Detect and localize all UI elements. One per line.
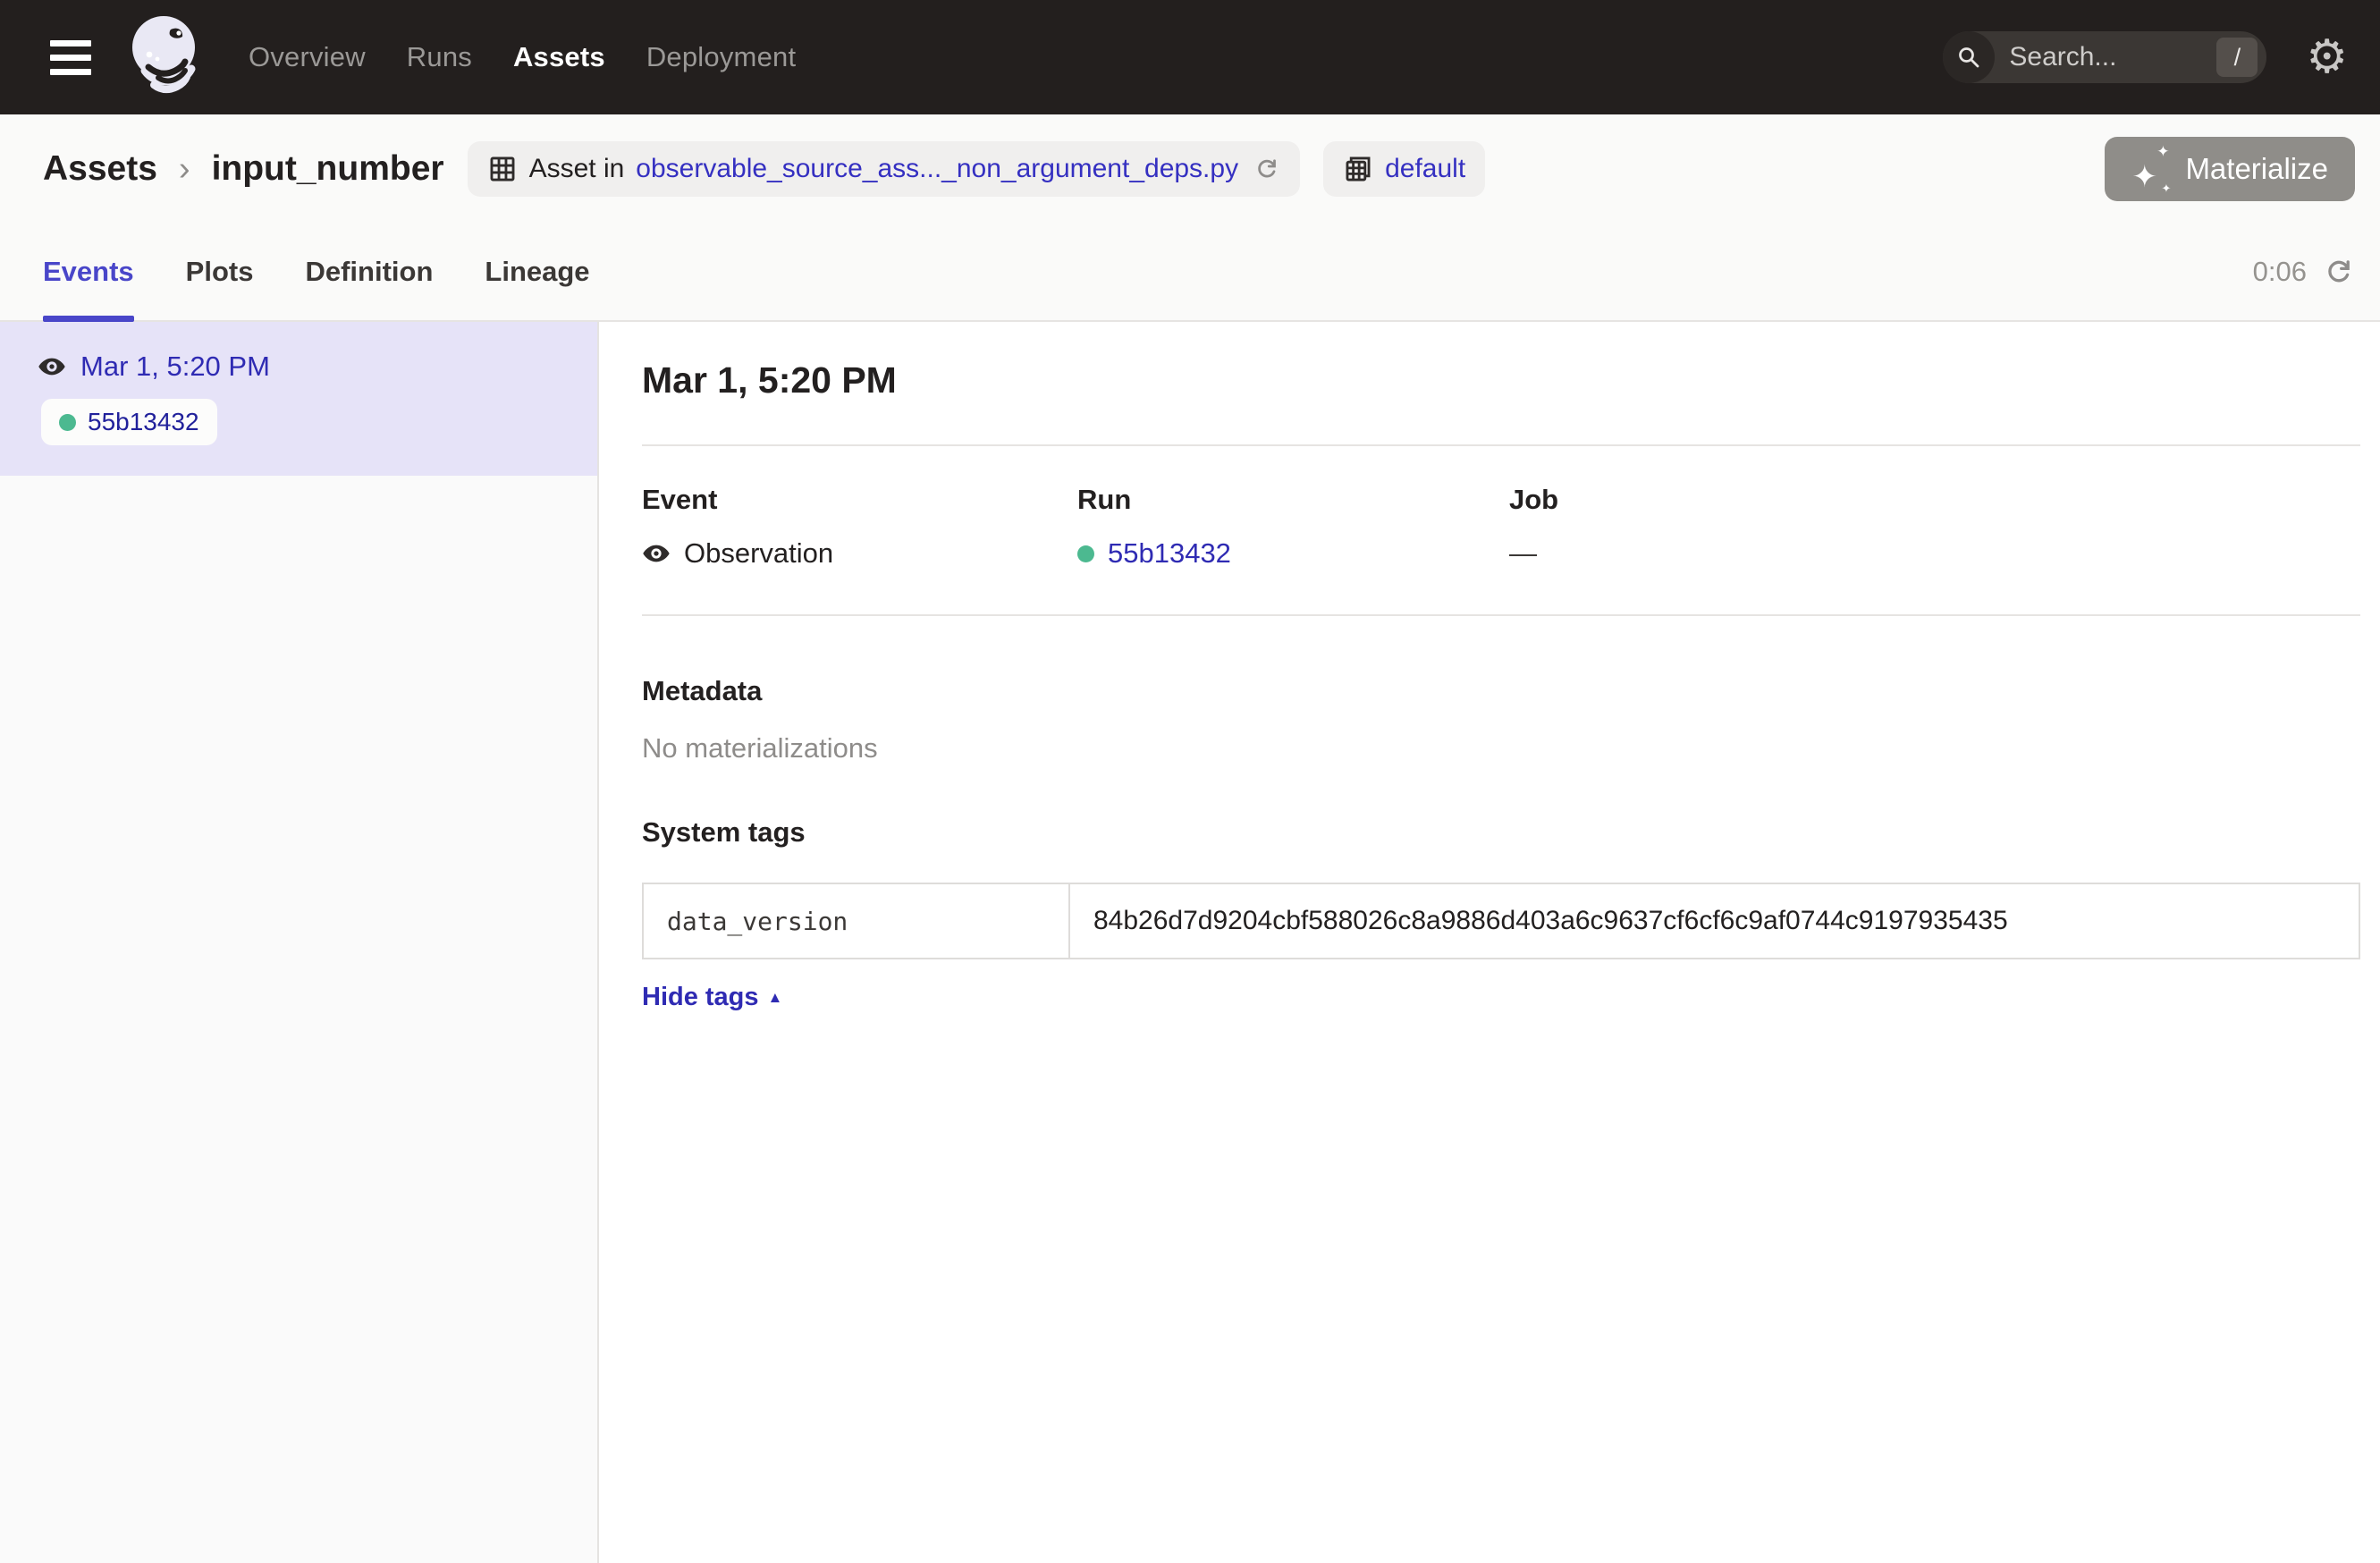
nav-assets[interactable]: Assets <box>513 41 605 73</box>
search-icon <box>1943 31 1995 83</box>
page-header: Assets › input_number Asset in observabl… <box>0 114 2380 322</box>
breadcrumb-chevron-icon: › <box>179 150 190 189</box>
breadcrumb-assets-link[interactable]: Assets <box>43 149 157 189</box>
dagster-logo-icon[interactable] <box>122 8 207 106</box>
event-detail-title: Mar 1, 5:20 PM <box>642 359 2360 401</box>
run-status-dot-icon <box>59 414 76 431</box>
sparkle-icon: ✦ ✦ ✦ <box>2131 149 2171 189</box>
materialize-button-label: Materialize <box>2185 152 2328 186</box>
tab-definition[interactable]: Definition <box>305 224 433 320</box>
refresh-countdown: 0:06 <box>2253 256 2307 288</box>
nav-runs[interactable]: Runs <box>407 41 472 73</box>
observation-eye-icon <box>38 352 66 381</box>
nav-overview[interactable]: Overview <box>249 41 366 73</box>
hide-tags-link[interactable]: Hide tags ▲ <box>642 983 782 1012</box>
job-column: Job — <box>1509 484 2360 570</box>
page-title: input_number <box>212 149 444 189</box>
asset-origin-prefix: Asset in <box>529 154 625 184</box>
tab-lineage[interactable]: Lineage <box>485 224 589 320</box>
run-id-link[interactable]: 55b13432 <box>1108 537 1231 570</box>
metadata-empty-text: No materializations <box>642 732 2360 765</box>
asset-group-link[interactable]: default <box>1385 154 1465 184</box>
run-status-dot-icon <box>1077 545 1094 562</box>
job-empty-value: — <box>1509 537 1537 570</box>
tag-key-cell: data_version <box>644 884 1070 958</box>
asset-origin-badge: Asset in observable_source_ass..._non_ar… <box>468 141 1301 197</box>
event-column: Event Observation <box>642 484 1077 570</box>
materialize-button[interactable]: ✦ ✦ ✦ Materialize <box>2105 137 2355 201</box>
system-tags-table: data_version 84b26d7d9204cbf588026c8a988… <box>642 883 2360 959</box>
observation-eye-icon <box>642 539 671 568</box>
event-detail-pane: Mar 1, 5:20 PM Event Observation Run <box>599 322 2380 1563</box>
tab-plots[interactable]: Plots <box>186 224 254 320</box>
event-list-item[interactable]: Mar 1, 5:20 PM 55b13432 <box>0 322 597 476</box>
job-column-header: Job <box>1509 484 2360 516</box>
metadata-heading: Metadata <box>642 675 2360 707</box>
run-column: Run 55b13432 <box>1077 484 1509 570</box>
divider <box>642 444 2360 446</box>
search-input[interactable] <box>1995 42 2216 72</box>
content-area: Mar 1, 5:20 PM 55b13432 Mar 1, 5:20 PM E… <box>0 322 2380 1563</box>
event-timestamp-link[interactable]: Mar 1, 5:20 PM <box>80 351 270 383</box>
table-grid-icon <box>487 154 518 184</box>
run-id-chip[interactable]: 55b13432 <box>41 399 217 445</box>
settings-gear-icon[interactable]: ⚙ <box>2306 34 2348 80</box>
tag-value-cell: 84b26d7d9204cbf588026c8a9886d403a6c9637c… <box>1070 884 2359 958</box>
asset-origin-file-link[interactable]: observable_source_ass..._non_argument_de… <box>636 154 1238 184</box>
menu-icon[interactable] <box>50 40 91 75</box>
asset-group-badge: default <box>1323 141 1485 197</box>
event-type-value: Observation <box>684 537 833 570</box>
auto-refresh: 0:06 <box>2253 256 2355 288</box>
event-summary-columns: Event Observation Run 55b13432 <box>642 484 2360 570</box>
divider <box>642 614 2360 616</box>
table-row: data_version 84b26d7d9204cbf588026c8a988… <box>644 884 2359 958</box>
reload-definitions-icon[interactable] <box>1253 156 1280 182</box>
nav-deployment[interactable]: Deployment <box>646 41 796 73</box>
event-list-sidebar: Mar 1, 5:20 PM 55b13432 <box>0 322 599 1563</box>
breadcrumb: Assets › input_number Asset in observabl… <box>0 114 2380 224</box>
run-column-header: Run <box>1077 484 1509 516</box>
event-column-header: Event <box>642 484 1077 516</box>
tab-events[interactable]: Events <box>43 224 134 320</box>
caret-up-icon: ▲ <box>768 990 783 1005</box>
asset-group-icon <box>1343 154 1373 184</box>
refresh-icon[interactable] <box>2323 256 2355 288</box>
top-nav: Overview Runs Assets Deployment / ⚙ <box>0 0 2380 114</box>
tab-bar: Events Plots Definition Lineage 0:06 <box>0 224 2380 322</box>
system-tags-heading: System tags <box>642 816 2360 849</box>
run-id-chip-label: 55b13432 <box>88 408 199 436</box>
hide-tags-label: Hide tags <box>642 983 759 1012</box>
search-shortcut-key: / <box>2216 38 2258 77</box>
primary-nav: Overview Runs Assets Deployment <box>249 41 796 73</box>
search-bar[interactable]: / <box>1943 31 2266 83</box>
